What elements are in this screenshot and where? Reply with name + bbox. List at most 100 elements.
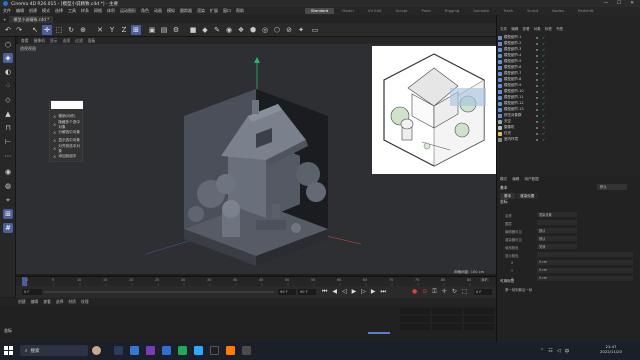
visibility-dot[interactable] <box>536 48 539 51</box>
viewport-menu-options[interactable]: 选项 <box>63 38 71 44</box>
object-row[interactable]: 模型细节.9 ✓ <box>498 83 638 89</box>
layout-uv-edit[interactable]: UV Edit <box>362 8 388 14</box>
viewport-menu-view[interactable]: 查看 <box>21 38 29 44</box>
make-editable-icon[interactable]: ⬡ <box>3 40 13 50</box>
context-menu-item[interactable]: ✕ 分解选中对象 <box>51 129 83 136</box>
viewport-menu-panel[interactable]: 面板 <box>88 38 96 44</box>
enabled-check-icon[interactable]: ✓ <box>542 131 545 136</box>
menu-render[interactable]: 渲染 <box>197 8 205 14</box>
object-row[interactable]: 模型细节.12 ✓ <box>498 101 638 107</box>
object-row[interactable]: 模型细节.11 ✓ <box>498 95 638 101</box>
solo-icon[interactable]: ◉ <box>3 167 13 177</box>
menu-window[interactable]: 窗口 <box>223 8 231 14</box>
context-menu-search[interactable] <box>51 101 83 109</box>
record-icon[interactable]: ● <box>412 288 417 296</box>
texture-mode-icon[interactable]: ◐ <box>3 67 13 77</box>
visibility-dot[interactable] <box>536 120 539 123</box>
photoshop-icon[interactable] <box>194 346 203 355</box>
scene-icon[interactable]: ⬡ <box>272 25 282 35</box>
close-button[interactable]: ✕ <box>630 1 634 6</box>
object-row[interactable]: 模型细节.6 ✓ <box>498 65 638 71</box>
enabled-check-icon[interactable]: ✓ <box>542 107 545 112</box>
context-menu-item[interactable]: ✕ 添加到组中 <box>51 153 83 160</box>
objmgr-menu-bookmarks[interactable]: 书签 <box>556 27 563 33</box>
menu-animate[interactable]: 动画 <box>154 8 162 14</box>
display-color-field[interactable] <box>537 252 633 257</box>
layout-redshift[interactable]: Redshift <box>572 8 599 14</box>
pos-z-field[interactable]: 0 cm <box>537 276 633 281</box>
recent-tools-icon[interactable]: ⊕ <box>78 25 88 35</box>
edge-browser-icon[interactable] <box>130 346 139 355</box>
enabled-check-icon[interactable]: ✓ <box>542 59 545 64</box>
points-mode-icon[interactable]: ⁘ <box>3 81 13 91</box>
object-row[interactable]: 室内环境 ✓ <box>498 137 638 143</box>
layout-track[interactable]: Track <box>497 8 519 14</box>
field-icon[interactable]: ◎ <box>260 25 270 35</box>
coord-z3-field[interactable] <box>464 324 494 330</box>
wechat-icon[interactable] <box>178 346 187 355</box>
visibility-dot[interactable] <box>536 108 539 111</box>
menu-tools[interactable]: 工具 <box>68 8 76 14</box>
attr-menu-mode[interactable]: 模式 <box>500 177 507 182</box>
coord-y3-field[interactable] <box>432 324 462 330</box>
menu-file[interactable]: 文件 <box>3 8 11 14</box>
object-row[interactable]: 模型细节.1 ✓ <box>498 35 638 41</box>
enabled-check-icon[interactable]: ✓ <box>542 77 545 82</box>
light-icon[interactable]: ✦ <box>296 25 306 35</box>
enabled-check-icon[interactable]: ✓ <box>542 47 545 52</box>
enabled-check-icon[interactable]: ✓ <box>542 101 545 106</box>
menu-character[interactable]: 角色 <box>141 8 149 14</box>
objmgr-menu-tags[interactable]: 标签 <box>545 27 552 33</box>
object-row[interactable]: 模型细节.13 ✓ <box>498 107 638 113</box>
layout-script[interactable]: Script <box>521 8 544 14</box>
material-menu-texture[interactable]: 纹理 <box>81 299 89 305</box>
object-row[interactable]: 模型细节.7 ✓ <box>498 71 638 77</box>
axis-z-icon[interactable]: Z <box>119 25 129 35</box>
viewport-menu-display[interactable]: 显示 <box>50 38 58 44</box>
render-view-icon[interactable]: ▣ <box>147 25 157 35</box>
pos-x-field[interactable]: 0 cm <box>537 260 633 265</box>
visibility-dot[interactable] <box>536 42 539 45</box>
windows-start-icon[interactable] <box>4 346 13 355</box>
name-field[interactable]: 渲染设置 <box>537 212 577 217</box>
objmgr-menu-object[interactable]: 对象 <box>534 27 541 33</box>
visibility-dot[interactable] <box>536 36 539 39</box>
tray-chevron-icon[interactable]: ⌃ <box>540 348 544 355</box>
taskbar-clock[interactable]: 21:47 2022/11/20 <box>600 344 622 354</box>
play-icon[interactable]: ▶ <box>352 288 357 296</box>
axis-mode-icon[interactable]: ⊢ <box>3 137 13 147</box>
live-select-icon[interactable]: ↖ <box>30 25 40 35</box>
attr-menu-edit[interactable]: 编辑 <box>512 177 519 182</box>
app-icon[interactable] <box>242 346 251 355</box>
visibility-dot[interactable] <box>536 54 539 57</box>
object-row[interactable]: 模型细节.4 ✓ <box>498 53 638 59</box>
camera-icon[interactable]: ⊘ <box>284 25 294 35</box>
floor-icon[interactable]: ▭ <box>310 25 320 35</box>
layout-sculpt[interactable]: Sculpt <box>390 8 414 14</box>
material-menu-select[interactable]: 选择 <box>56 299 64 305</box>
task-view-icon[interactable] <box>114 346 123 355</box>
ime-icon[interactable]: 中 <box>565 348 570 355</box>
visibility-dot[interactable] <box>536 132 539 135</box>
visibility-dot[interactable] <box>536 138 539 141</box>
menu-simulate[interactable]: 模拟 <box>167 8 175 14</box>
objmgr-menu-view[interactable]: 查看 <box>522 27 529 33</box>
material-menu-view[interactable]: 查看 <box>43 299 51 305</box>
object-row[interactable]: 模型细节.2 ✓ <box>498 41 638 47</box>
viewport-menu-filter[interactable]: 过滤 <box>75 38 83 44</box>
visibility-dot[interactable] <box>536 96 539 99</box>
menu-volume[interactable]: 体积 <box>107 8 115 14</box>
edges-mode-icon[interactable]: ◇ <box>3 95 13 105</box>
range-slider[interactable] <box>44 291 274 293</box>
render-picture-viewer-icon[interactable]: ▤ <box>159 25 169 35</box>
visibility-dot[interactable] <box>536 60 539 63</box>
menu-mograph[interactable]: 运动图形 <box>120 8 136 14</box>
enabled-check-icon[interactable]: ✓ <box>542 53 545 58</box>
end-field[interactable]: 90 F <box>298 289 316 295</box>
context-menu-item[interactable]: ✕ 对齐到选中对象 <box>51 144 83 153</box>
visibility-dot[interactable] <box>536 90 539 93</box>
minimize-button[interactable]: — <box>604 1 609 6</box>
visibility-dot[interactable] <box>536 66 539 69</box>
tweak-mode-icon[interactable]: ⋯ <box>3 151 13 161</box>
enabled-check-icon[interactable]: ✓ <box>542 119 545 124</box>
